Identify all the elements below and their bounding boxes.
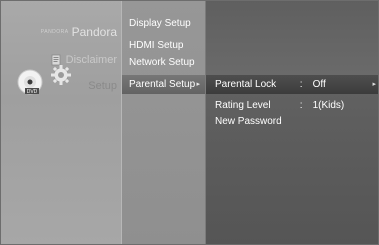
option-parental-lock[interactable]: Parental Lock : Off ▸ <box>206 75 379 94</box>
pandora-label: Pandora <box>71 25 117 39</box>
option-separator: : <box>299 100 303 111</box>
option-label: New Password <box>215 116 282 127</box>
parental-setup-panel: Parental Lock : Off ▸ Rating Level : 1(K… <box>205 0 379 245</box>
gear-icon <box>50 64 72 86</box>
option-separator: : <box>299 79 303 90</box>
dvd-disc-icon: DVD <box>16 68 46 98</box>
chevron-right-icon: ▸ <box>372 81 376 88</box>
option-value: 1(Kids) <box>312 100 345 111</box>
setup-label: Setup <box>88 80 117 92</box>
option-value: Off <box>312 79 326 90</box>
disclaimer-label: Disclaimer <box>65 54 117 66</box>
menu-item-pandora[interactable]: PANDORA Pandora <box>0 22 121 42</box>
submenu-item-parental-setup[interactable]: Parental Setup ▸ <box>122 75 206 94</box>
setup-submenu: Display Setup HDMI Setup Network Setup P… <box>121 0 206 245</box>
parental-setup-label: Parental Setup <box>129 79 196 90</box>
pandora-logo-small: PANDORA <box>40 29 69 35</box>
submenu-item-hdmi-setup[interactable]: HDMI Setup <box>122 38 206 54</box>
option-label: Rating Level <box>215 100 271 111</box>
option-rating-level[interactable]: Rating Level : 1(Kids) <box>206 98 379 114</box>
submenu-item-display-setup[interactable]: Display Setup <box>122 16 206 32</box>
submenu-item-network-setup[interactable]: Network Setup <box>122 55 206 71</box>
main-menu: PANDORA Pandora Disclaimer Setup DVD <box>0 0 121 245</box>
chevron-right-icon: ▸ <box>196 81 200 88</box>
option-new-password[interactable]: New Password <box>206 114 379 130</box>
panel-header-area <box>206 0 379 75</box>
svg-text:DVD: DVD <box>27 89 38 95</box>
option-label: Parental Lock <box>215 79 277 90</box>
setup-screen: PANDORA Pandora Disclaimer Setup DVD Dis… <box>0 0 379 245</box>
